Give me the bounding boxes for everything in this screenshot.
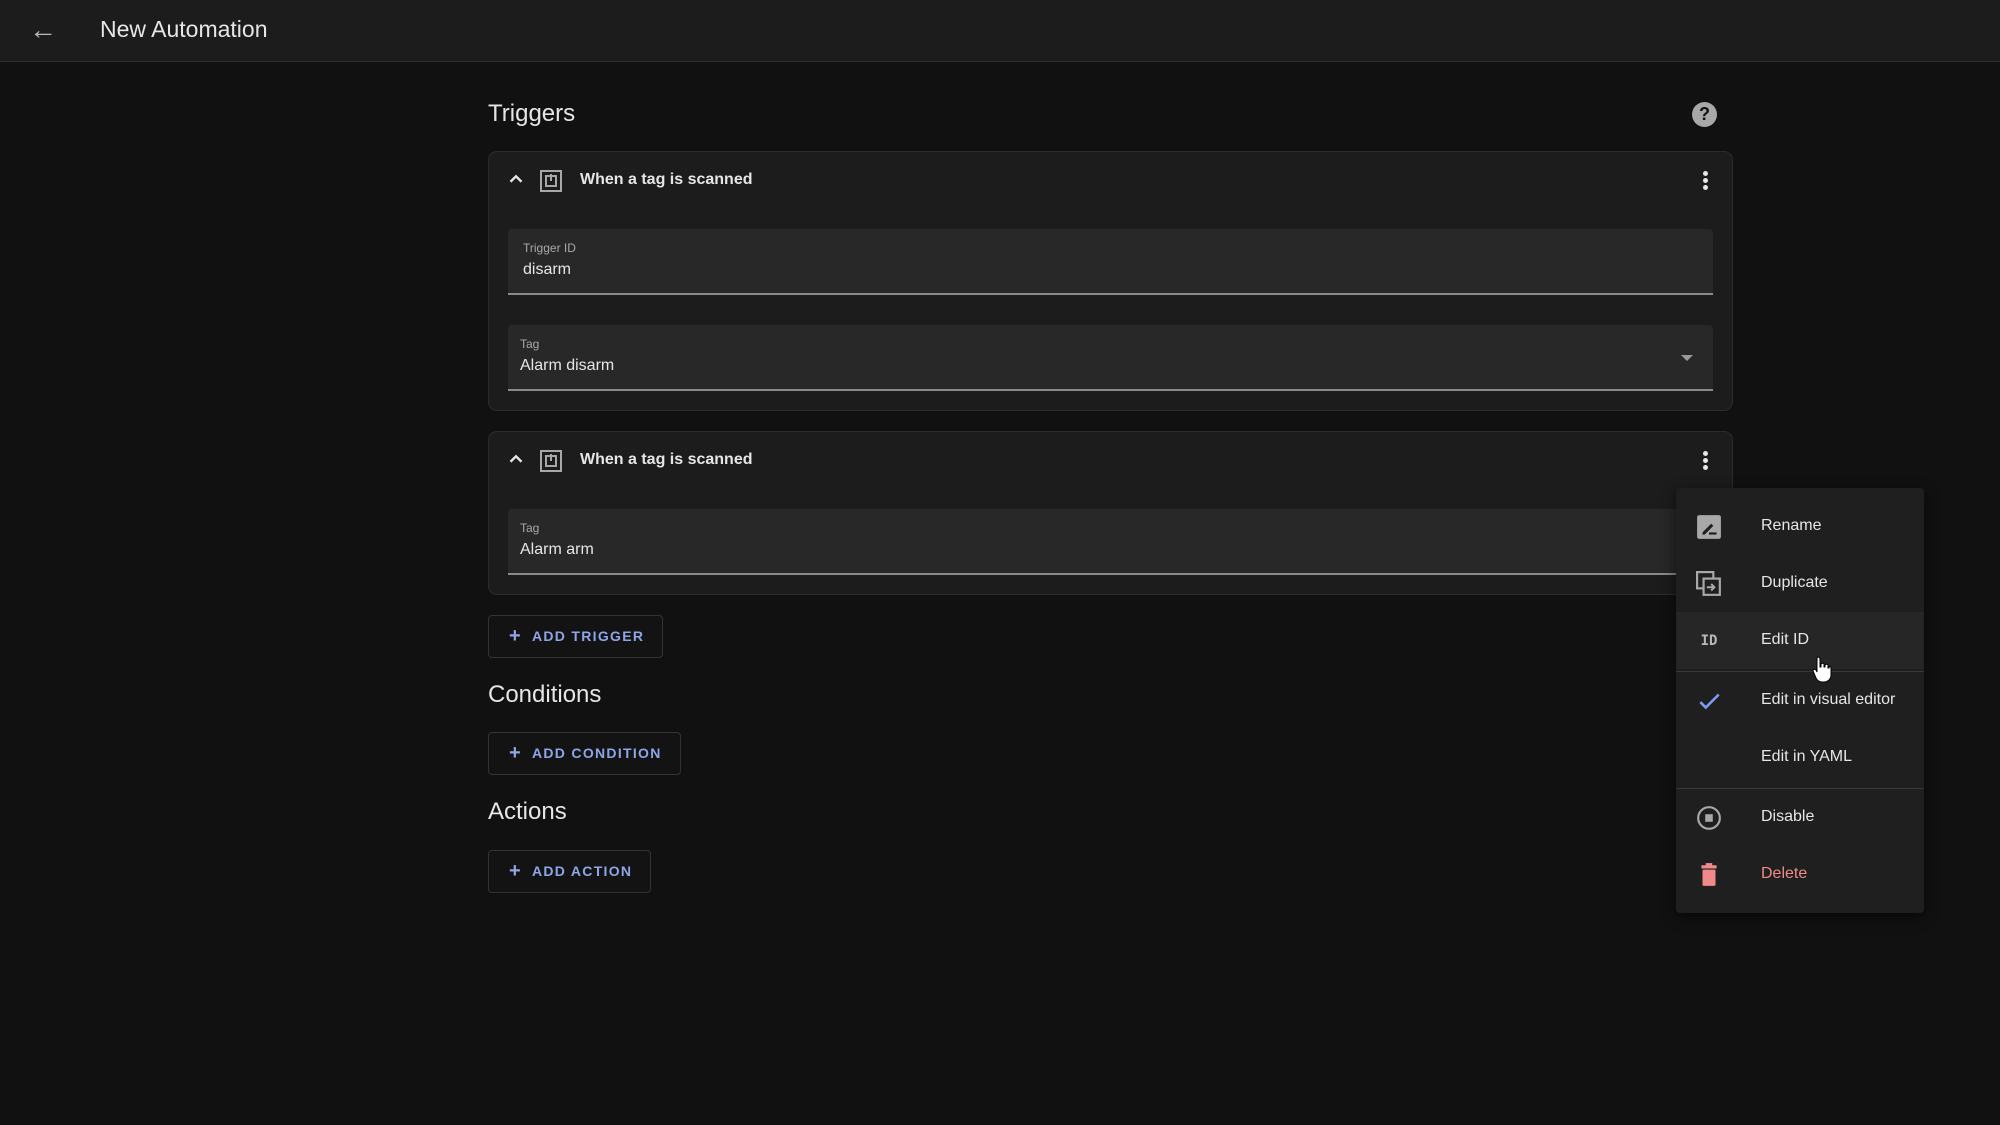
trigger-overflow-menu: Rename Duplicate ID Edit ID Edit in visu… [1676, 488, 1924, 913]
button-label: ADD ACTION [531, 863, 633, 879]
field-value: disarm [523, 261, 572, 278]
menu-item-label: Edit ID [1761, 631, 1810, 648]
trigger-title: When a tag is scanned [580, 171, 753, 188]
nfc-tag-icon [540, 450, 562, 472]
back-button[interactable]: ← [28, 16, 58, 46]
top-app-bar: ← New Automation [0, 0, 2000, 62]
trigger-card-header[interactable]: When a tag is scanned [489, 432, 1732, 490]
trigger-card-header[interactable]: When a tag is scanned [489, 152, 1732, 210]
actions-heading: Actions [488, 798, 567, 825]
field-label: Tag [520, 337, 540, 351]
add-condition-button[interactable]: + ADD CONDITION [488, 732, 681, 775]
field-value: Alarm disarm [520, 357, 615, 374]
conditions-heading: Conditions [488, 681, 602, 708]
menu-item-label: Rename [1761, 517, 1822, 534]
menu-item-delete[interactable]: Delete [1676, 846, 1924, 903]
menu-item-label: Duplicate [1761, 574, 1828, 591]
menu-item-edit-id[interactable]: ID Edit ID [1676, 612, 1924, 669]
tag-select[interactable]: Tag Alarm disarm [508, 325, 1713, 391]
menu-item-label: Edit in visual editor [1761, 691, 1896, 708]
rename-icon [1697, 515, 1721, 539]
menu-item-rename[interactable]: Rename [1676, 498, 1924, 555]
menu-item-edit-yaml[interactable]: Edit in YAML [1676, 729, 1924, 786]
triggers-heading: Triggers [488, 100, 576, 127]
trigger-id-field[interactable]: Trigger ID disarm [508, 229, 1713, 295]
chevron-up-icon[interactable] [505, 448, 527, 470]
disable-icon [1697, 806, 1721, 830]
check-icon [1699, 693, 1720, 710]
menu-item-duplicate[interactable]: Duplicate [1676, 555, 1924, 612]
field-label: Tag [520, 521, 540, 535]
hand-pointer-cursor-icon [1812, 656, 1832, 683]
menu-item-label: Edit in YAML [1761, 748, 1853, 765]
plus-icon: + [509, 860, 522, 882]
trigger-card: When a tag is scanned Trigger ID disarm … [488, 151, 1733, 411]
tag-select[interactable]: Tag Alarm arm [508, 509, 1713, 575]
page-title: New Automation [100, 16, 268, 42]
button-label: ADD CONDITION [531, 745, 662, 761]
field-label: Trigger ID [523, 241, 576, 255]
menu-item-disable[interactable]: Disable [1676, 789, 1924, 846]
plus-icon: + [509, 742, 522, 764]
arrow-left-icon: ← [29, 14, 57, 45]
menu-item-label: Delete [1761, 865, 1808, 882]
button-label: ADD TRIGGER [531, 628, 645, 644]
add-trigger-button[interactable]: + ADD TRIGGER [488, 615, 664, 658]
menu-item-label: Disable [1761, 808, 1815, 825]
delete-icon [1701, 863, 1717, 886]
add-action-button[interactable]: + ADD ACTION [488, 850, 652, 893]
trigger-card: When a tag is scanned Tag Alarm arm [488, 431, 1733, 595]
trigger-title: When a tag is scanned [580, 451, 753, 468]
id-icon: ID [1700, 633, 1718, 649]
field-value: Alarm arm [520, 541, 594, 558]
more-vert-icon[interactable] [1698, 449, 1712, 473]
dropdown-arrow-icon[interactable] [1681, 355, 1693, 361]
chevron-up-icon[interactable] [505, 168, 527, 190]
menu-item-edit-visual[interactable]: Edit in visual editor [1676, 672, 1924, 729]
plus-icon: + [509, 625, 522, 647]
more-vert-icon[interactable] [1698, 169, 1712, 193]
nfc-tag-icon [540, 170, 562, 192]
help-circle-icon[interactable]: ? [1692, 102, 1717, 127]
duplicate-icon [1696, 571, 1721, 596]
